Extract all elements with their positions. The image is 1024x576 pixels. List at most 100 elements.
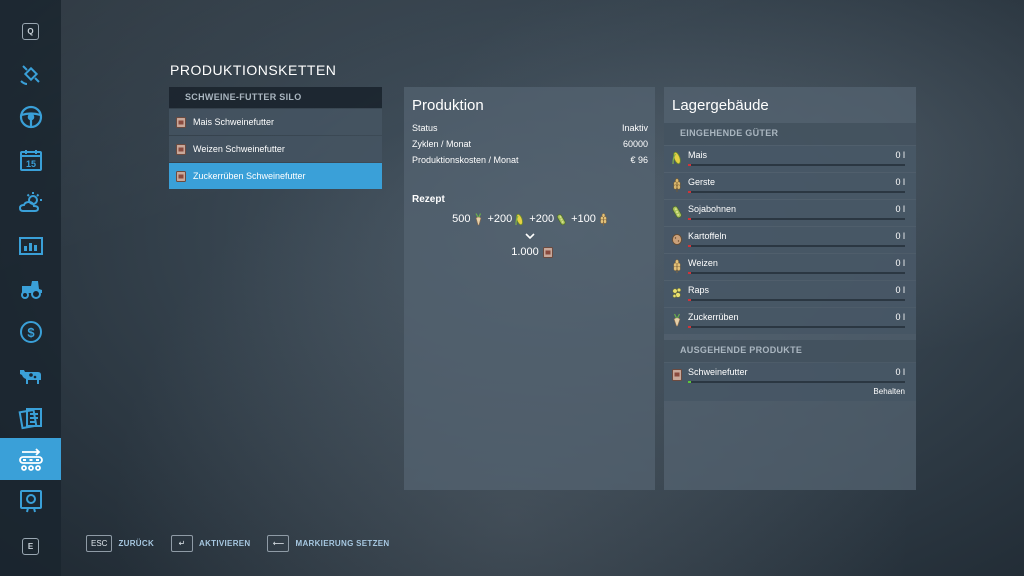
sidebar-item-production[interactable] bbox=[0, 438, 61, 480]
recipe-arrow bbox=[404, 228, 655, 242]
key-esc: ESC bbox=[86, 535, 113, 552]
production-chain-icon bbox=[18, 448, 43, 471]
hint-set-marker[interactable]: ⟵ MARKIERUNG SETZEN bbox=[267, 535, 389, 552]
pig-feed-icon bbox=[542, 246, 553, 258]
cycles-label: Zyklen / Monat bbox=[412, 139, 472, 149]
hint-label: MARKIERUNG SETZEN bbox=[295, 539, 390, 548]
storage-row-zuckerrueben: Zuckerrüben 0 l bbox=[664, 308, 916, 334]
svg-text:$: $ bbox=[27, 325, 35, 340]
storage-fill-bar bbox=[688, 381, 905, 383]
statistics-icon bbox=[18, 237, 43, 255]
storage-row-weizen: Weizen 0 l bbox=[664, 254, 916, 280]
corn-icon bbox=[672, 151, 681, 165]
costs-label: Produktionskosten / Monat bbox=[412, 155, 519, 165]
cow-icon bbox=[19, 370, 41, 384]
storage-item-value: 0 l bbox=[895, 258, 905, 268]
storage-item-value: 0 l bbox=[895, 312, 905, 322]
pig-feed-icon bbox=[176, 170, 186, 182]
recipe-amount: 500 bbox=[452, 213, 471, 225]
production-chain-list: SCHWEINE-FUTTER SILO Mais Schweinefutter… bbox=[169, 87, 382, 189]
storage-item-value: 0 l bbox=[895, 150, 905, 160]
storage-row-gerste: Gerste 0 l bbox=[664, 173, 916, 199]
sidebar-item-contracts[interactable] bbox=[0, 397, 61, 439]
steering-wheel-icon bbox=[19, 105, 42, 129]
costs-row: Produktionskosten / Monat € 96 bbox=[404, 155, 655, 171]
sidebar-key-e[interactable]: E bbox=[0, 525, 61, 567]
storage-item-name: Kartoffeln bbox=[688, 231, 727, 241]
soybean-icon bbox=[557, 213, 566, 225]
contracts-icon bbox=[18, 408, 42, 430]
barley-icon bbox=[673, 178, 681, 192]
recipe-amount: +100 bbox=[571, 213, 596, 225]
weather-icon bbox=[18, 192, 42, 212]
page-title: PRODUKTIONSKETTEN bbox=[170, 62, 337, 78]
hint-activate[interactable]: ↵ AKTIVIEREN bbox=[171, 535, 250, 552]
storage-item-name: Sojabohnen bbox=[688, 204, 737, 214]
storage-fill-bar bbox=[688, 299, 905, 301]
chain-item-zuckerrueben[interactable]: Zuckerrüben Schweinefutter bbox=[169, 163, 382, 189]
sidebar-item-map[interactable] bbox=[0, 53, 61, 95]
storage-item-value: 0 l bbox=[895, 285, 905, 295]
storage-row-raps: Raps 0 l bbox=[664, 281, 916, 307]
hint-label: ZURÜCK bbox=[118, 539, 155, 548]
key-chip-q: Q bbox=[22, 22, 39, 40]
sugarbeet-icon bbox=[673, 313, 681, 327]
wheat-icon bbox=[673, 259, 681, 273]
corn-icon bbox=[515, 213, 524, 225]
storage-item-name: Weizen bbox=[688, 258, 718, 268]
sidebar-key-q[interactable]: Q bbox=[0, 10, 61, 52]
chevron-down-icon bbox=[524, 233, 535, 240]
output-mode[interactable]: Behalten bbox=[873, 387, 905, 396]
chain-item-label: Weizen Schweinefutter bbox=[193, 144, 285, 154]
chain-item-label: Mais Schweinefutter bbox=[193, 117, 275, 127]
hint-label: AKTIVIEREN bbox=[199, 539, 251, 548]
chain-item-label: Zuckerrüben Schweinefutter bbox=[193, 171, 306, 181]
chain-item-mais[interactable]: Mais Schweinefutter bbox=[169, 109, 382, 135]
storage-item-value: 0 l bbox=[895, 177, 905, 187]
production-panel: Produktion Status Inaktiv Zyklen / Monat… bbox=[404, 87, 655, 490]
storage-item-name: Zuckerrüben bbox=[688, 312, 739, 322]
storage-panel: Lagergebäude EINGEHENDE GÜTER Mais 0 l G… bbox=[664, 87, 916, 490]
sidebar-item-finances[interactable]: $ bbox=[0, 311, 61, 353]
storage-item-value: 0 l bbox=[895, 204, 905, 214]
input-hints: ESC ZURÜCK ↵ AKTIVIEREN ⟵ MARKIERUNG SET… bbox=[86, 535, 406, 552]
cycles-value: 60000 bbox=[622, 139, 648, 149]
outgoing-header: AUSGEHENDE PRODUKTE bbox=[664, 340, 916, 362]
storage-item-value: 0 l bbox=[895, 367, 905, 377]
recipe-inputs: 500 +200 +200 +100 bbox=[404, 210, 655, 228]
production-title: Produktion bbox=[412, 97, 484, 114]
hint-back[interactable]: ESC ZURÜCK bbox=[86, 535, 154, 552]
calendar-icon: 15 bbox=[19, 150, 42, 171]
status-label: Status bbox=[412, 123, 438, 133]
sidebar-item-garage[interactable] bbox=[0, 268, 61, 310]
sidebar-item-animals[interactable] bbox=[0, 354, 61, 396]
sidebar: Q 15 $ E bbox=[0, 0, 61, 576]
storage-row-schweinefutter[interactable]: Schweinefutter 0 l Behalten bbox=[664, 363, 916, 401]
storage-row-mais: Mais 0 l bbox=[664, 146, 916, 172]
storage-title: Lagergebäude bbox=[672, 97, 769, 114]
calendar-day: 15 bbox=[25, 159, 35, 169]
status-row: Status Inaktiv bbox=[404, 123, 655, 139]
storage-item-name: Mais bbox=[688, 150, 708, 160]
sidebar-item-statistics[interactable] bbox=[0, 225, 61, 267]
storage-row-sojabohnen: Sojabohnen 0 l bbox=[664, 200, 916, 226]
key-backspace: ⟵ bbox=[267, 535, 290, 552]
sugarbeet-icon bbox=[474, 212, 481, 225]
pig-feed-icon bbox=[176, 116, 186, 128]
wheat-icon bbox=[600, 212, 607, 226]
potato-icon bbox=[672, 234, 682, 245]
sidebar-item-help[interactable] bbox=[0, 480, 61, 522]
sidebar-item-vehicles[interactable] bbox=[0, 96, 61, 138]
pig-feed-icon bbox=[176, 143, 186, 155]
recipe-output-amount: 1.000 bbox=[511, 246, 539, 258]
incoming-header: EINGEHENDE GÜTER bbox=[664, 123, 916, 145]
sidebar-item-weather[interactable] bbox=[0, 182, 61, 224]
sidebar-item-calendar[interactable]: 15 bbox=[0, 139, 61, 181]
help-icon bbox=[19, 490, 42, 513]
recipe-amount: +200 bbox=[529, 213, 555, 225]
chain-list-header: SCHWEINE-FUTTER SILO bbox=[169, 87, 382, 108]
storage-item-name: Gerste bbox=[688, 177, 716, 187]
soybean-icon bbox=[672, 206, 682, 218]
chain-item-weizen[interactable]: Weizen Schweinefutter bbox=[169, 136, 382, 162]
key-chip-e: E bbox=[22, 537, 39, 555]
